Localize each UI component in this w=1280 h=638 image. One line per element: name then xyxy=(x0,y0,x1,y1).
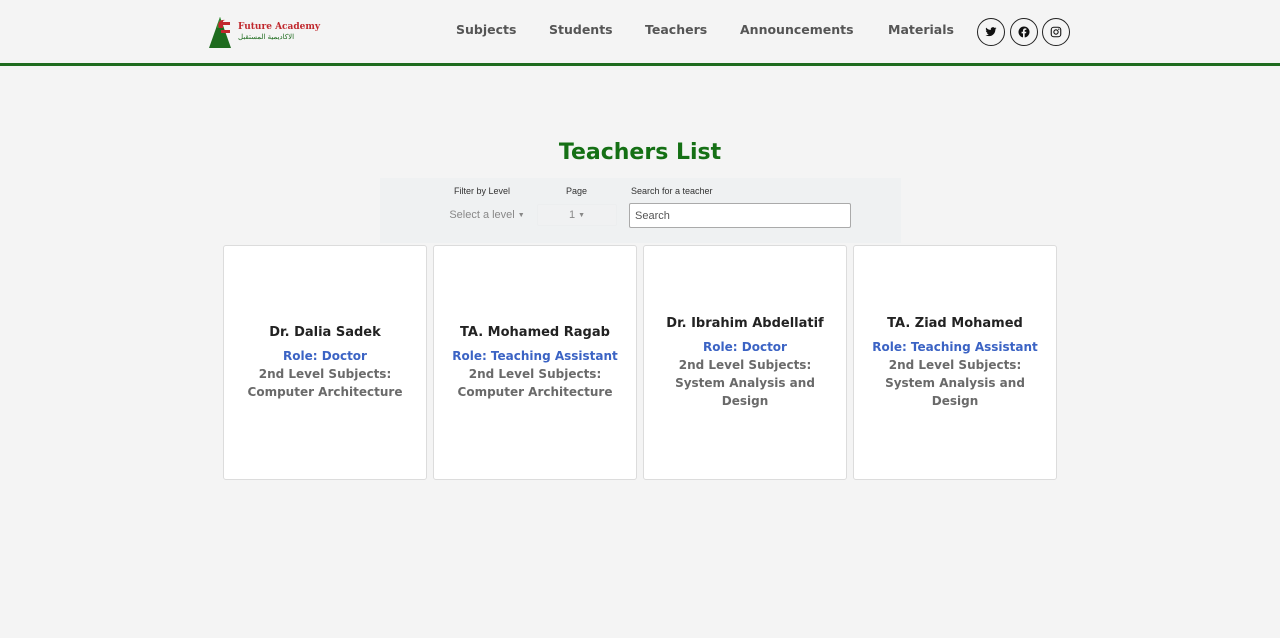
teacher-name: TA. Ziad Mohamed xyxy=(887,315,1023,331)
instagram-link[interactable] xyxy=(1042,18,1070,46)
nav-link-teachers[interactable]: Teachers xyxy=(645,22,707,37)
navbar: Future Academy الاكاديمية المستقبل Subje… xyxy=(0,0,1280,66)
teacher-subjects: 2nd Level Subjects: Computer Architectur… xyxy=(457,366,613,399)
twitter-link[interactable] xyxy=(977,18,1005,46)
filter-panel: Filter by Level Select a level ▼ Page 1 ▼ … xyxy=(380,178,901,243)
nav-link-students[interactable]: Students xyxy=(549,22,613,37)
level-filter-label: Filter by Level xyxy=(454,186,511,196)
page-value: 1 xyxy=(568,209,576,221)
facebook-link[interactable] xyxy=(1010,18,1038,46)
teacher-subjects: 2nd Level Subjects: Computer Architectur… xyxy=(247,366,403,399)
future-academy-logo[interactable]: Future Academy الاكاديمية المستقبل xyxy=(206,14,320,50)
facebook-icon xyxy=(1018,26,1030,38)
teacher-role: Role: Teaching Assistant xyxy=(872,339,1038,354)
teacher-role: Role: Doctor xyxy=(283,348,367,363)
teacher-name: Dr. Dalia Sadek xyxy=(269,324,381,340)
instagram-icon xyxy=(1050,26,1062,38)
level-filter-select[interactable]: Select a level ▼ xyxy=(446,204,528,226)
teacher-card[interactable]: Dr. Dalia Sadek Role: Doctor 2nd Level S… xyxy=(223,245,427,480)
page-label: Page xyxy=(566,186,588,196)
page-title: Teachers List xyxy=(558,140,722,165)
teacher-card[interactable]: Dr. Ibrahim Abdellatif Role: Doctor 2nd … xyxy=(643,245,847,480)
chevron-down-icon: ▼ xyxy=(578,211,586,219)
teacher-card[interactable]: TA. Mohamed Ragab Role: Teaching Assista… xyxy=(433,245,637,480)
logo-name-ar: الاكاديمية المستقبل xyxy=(238,33,295,41)
search-input[interactable] xyxy=(629,203,851,228)
nav-link-materials[interactable]: Materials xyxy=(888,22,954,37)
teacher-subjects: 2nd Level Subjects: System Analysis and … xyxy=(675,357,815,408)
teacher-role: Role: Doctor xyxy=(703,339,787,354)
page-select[interactable]: 1 ▼ xyxy=(537,204,617,226)
teacher-role: Role: Teaching Assistant xyxy=(452,348,618,363)
nav-link-announcements[interactable]: Announcements xyxy=(740,22,854,37)
logo-emblem-icon xyxy=(209,17,231,48)
teacher-subjects: 2nd Level Subjects: System Analysis and … xyxy=(885,357,1025,408)
nav-link-subjects[interactable]: Subjects xyxy=(456,22,516,37)
chevron-down-icon: ▼ xyxy=(517,211,525,219)
logo-name-en: Future Academy xyxy=(238,22,321,32)
twitter-icon xyxy=(985,27,997,37)
teacher-name: Dr. Ibrahim Abdellatif xyxy=(666,315,824,331)
search-label: Search for a teacher xyxy=(631,186,713,196)
teacher-name: TA. Mohamed Ragab xyxy=(460,324,610,340)
teacher-card[interactable]: TA. Ziad Mohamed Role: Teaching Assistan… xyxy=(853,245,1057,480)
level-filter-value: Select a level xyxy=(449,209,515,221)
